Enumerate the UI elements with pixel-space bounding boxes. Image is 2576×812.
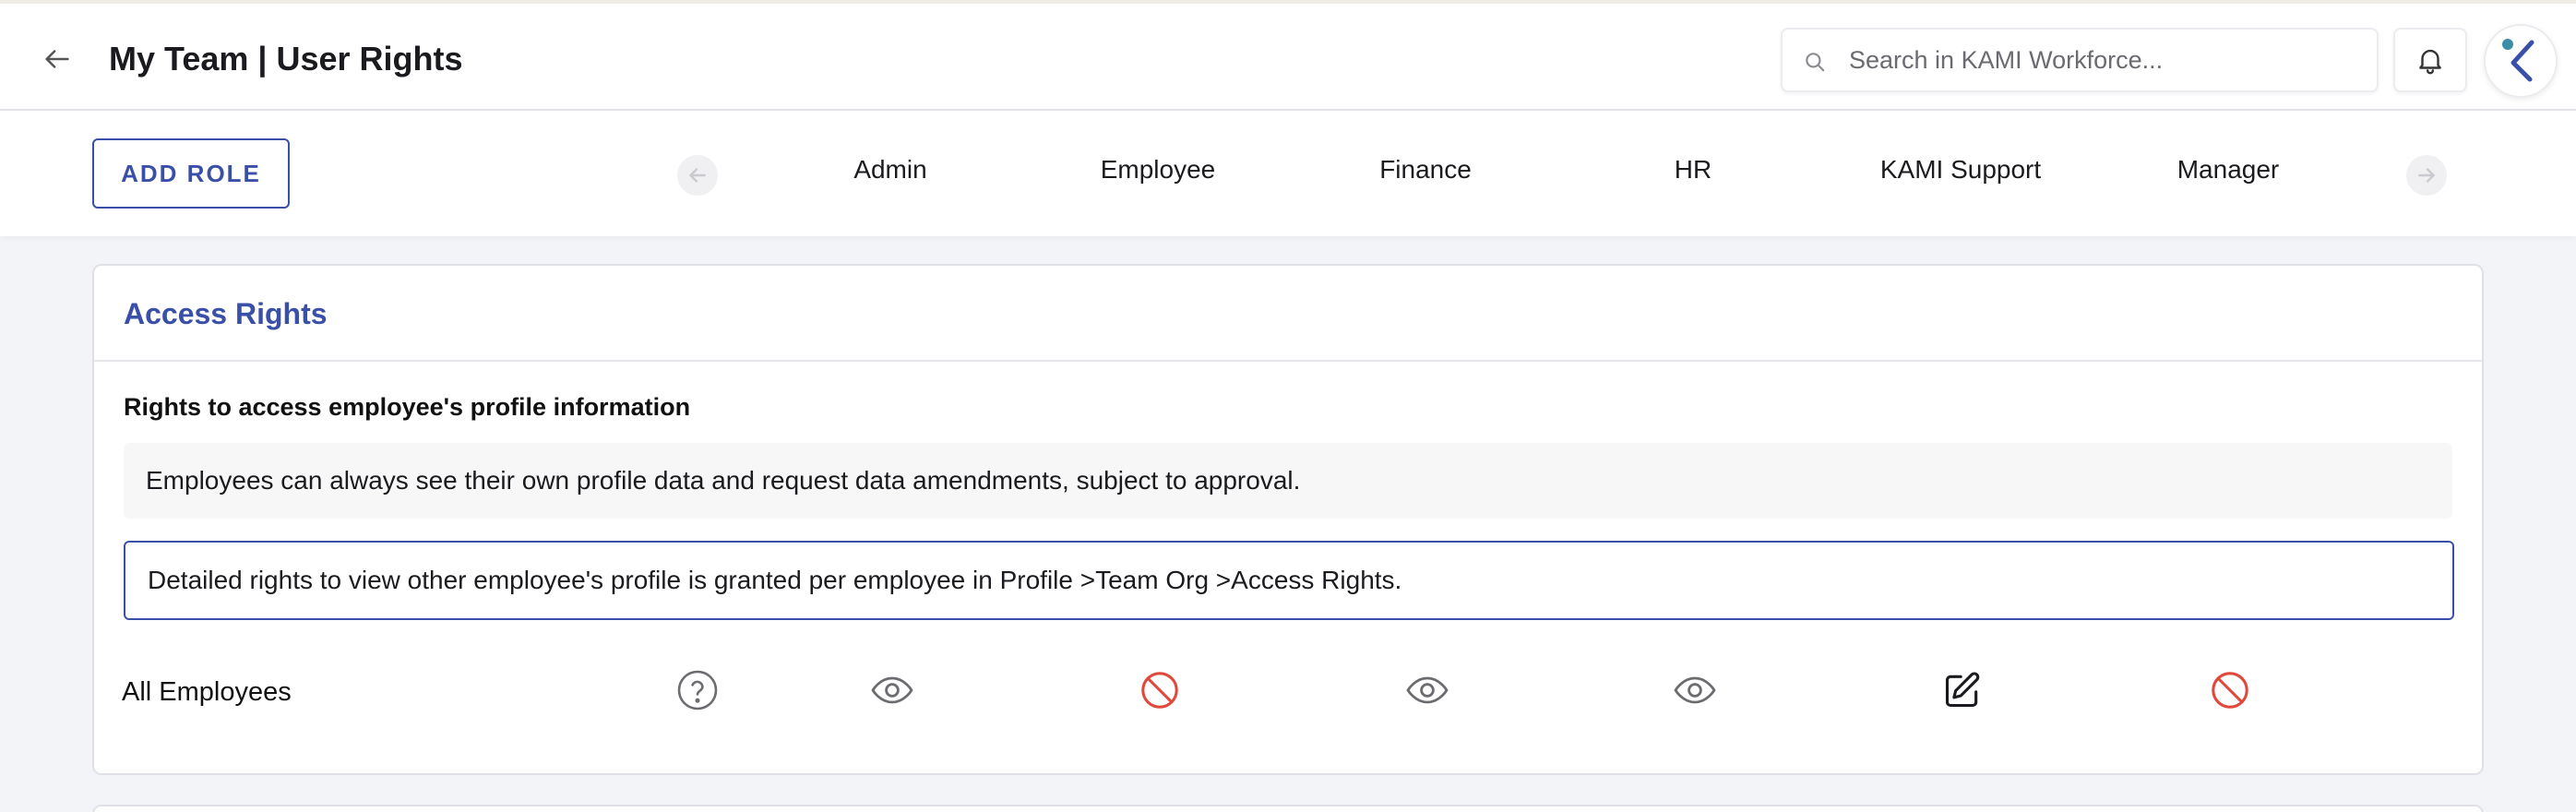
permission-employee[interactable] [1134, 664, 1186, 716]
info-text: Employees can always see their own profi… [146, 466, 1301, 495]
permission-manager[interactable] [2204, 664, 2256, 716]
permission-kami-support[interactable] [1937, 664, 1988, 716]
notice-text: Detailed rights to view other employee's… [148, 566, 1402, 594]
section-heading: Rights to access employee's profile info… [124, 393, 691, 421]
bell-icon [2419, 49, 2441, 75]
role-header-hr[interactable]: HR [1559, 151, 1827, 188]
role-header-employee[interactable]: Employee [1024, 151, 1292, 188]
add-role-button[interactable]: ADD ROLE [92, 138, 290, 209]
arrow-right-circle-icon [2418, 168, 2435, 183]
search-box[interactable] [1781, 28, 2379, 92]
role-header-finance[interactable]: Finance [1292, 151, 1559, 188]
notifications-button[interactable] [2393, 28, 2467, 92]
user-avatar[interactable] [2484, 24, 2558, 98]
back-button[interactable] [37, 39, 78, 79]
role-header-manager[interactable]: Manager [2094, 151, 2362, 188]
next-roles-button[interactable] [2406, 155, 2447, 196]
card-divider [94, 360, 2482, 362]
info-box: Employees can always see their own profi… [124, 443, 2452, 519]
arrow-left-icon [45, 50, 69, 68]
kami-logo [2502, 39, 2534, 82]
eye-icon [1406, 676, 1449, 704]
arrow-left-circle-icon [689, 168, 706, 183]
role-header-admin[interactable]: Admin [757, 151, 1024, 188]
row-label-all-employees: All Employees [122, 677, 292, 707]
access-rights-card: Access Rights Rights to access employee'… [92, 264, 2484, 775]
search-input[interactable] [1849, 30, 2366, 90]
permission-hr[interactable] [1669, 664, 1721, 716]
permission-finance[interactable] [1401, 664, 1453, 716]
role-header-kami-support[interactable]: KAMI Support [1827, 151, 2094, 188]
edit-icon [1945, 672, 1980, 708]
no-access-icon [2212, 672, 2248, 709]
no-access-icon [1141, 672, 1178, 709]
help-circle-icon [677, 670, 718, 710]
permission-admin[interactable] [866, 664, 918, 716]
search-icon [1803, 50, 1827, 78]
prev-roles-button[interactable] [677, 155, 718, 196]
app-header: My Team | User Rights [0, 4, 2576, 111]
notice-box: Detailed rights to view other employee's… [124, 541, 2454, 620]
page-title: My Team | User Rights [109, 40, 463, 78]
role-bar: ADD ROLE Admin Employee Finance HR KAMI … [0, 111, 2576, 236]
next-card-edge [92, 805, 2484, 812]
eye-icon [871, 676, 913, 704]
eye-icon [1674, 676, 1716, 704]
card-title: Access Rights [124, 297, 328, 330]
help-button[interactable] [672, 664, 723, 716]
